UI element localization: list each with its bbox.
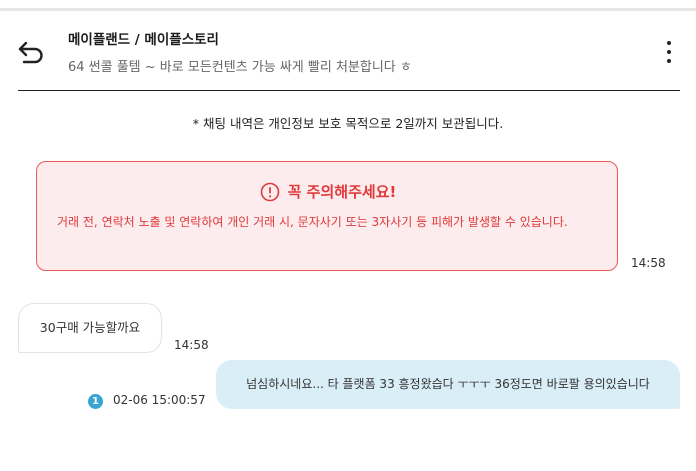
- chat-screen: 메이플랜드 / 메이플스토리 64 썬콜 풀템 ~ 바로 모든컨텐츠 가능 싸게…: [0, 0, 696, 471]
- chat-subtitle: 64 썬콜 풀템 ~ 바로 모든컨텐츠 가능 싸게 빨리 처분합니다 ㅎ: [68, 60, 412, 75]
- back-button[interactable]: [14, 35, 50, 71]
- alert-circle-icon: [260, 182, 279, 201]
- incoming-message-bubble: 30구매 가능할까요: [18, 303, 162, 353]
- chat-title: 메이플랜드 / 메이플스토리: [68, 32, 219, 48]
- warning-card: 꼭 주의해주세요! 거래 전, 연락처 노출 및 연락하여 개인 거래 시, 문…: [36, 161, 618, 271]
- warning-body: 거래 전, 연락처 노출 및 연락하여 개인 거래 시, 문자사기 또는 3자사…: [57, 215, 568, 229]
- warning-timestamp: 14:58: [631, 256, 666, 270]
- outgoing-message-timestamp: 02-06 15:00:57: [113, 393, 206, 407]
- incoming-message-timestamp: 14:58: [174, 338, 209, 352]
- unread-count-badge: 1: [88, 394, 103, 409]
- outgoing-message-bubble: 넘심하시네요... 타 플랫폼 33 흥정왔습다 ㅜㅜㅜ 36정도면 바로팔 용…: [216, 360, 680, 409]
- warning-header: 꼭 주의해주세요!: [37, 181, 619, 202]
- header-divider: [18, 90, 680, 91]
- retention-notice: * 채팅 내역은 개인정보 보호 목적으로 2일까지 보관됩니다.: [192, 116, 504, 131]
- warning-title: 꼭 주의해주세요!: [287, 183, 397, 201]
- more-options-button[interactable]: [660, 39, 678, 67]
- back-arrow-icon: [18, 41, 43, 64]
- chat-header: 메이플랜드 / 메이플스토리 64 썬콜 풀템 ~ 바로 모든컨텐츠 가능 싸게…: [0, 11, 696, 91]
